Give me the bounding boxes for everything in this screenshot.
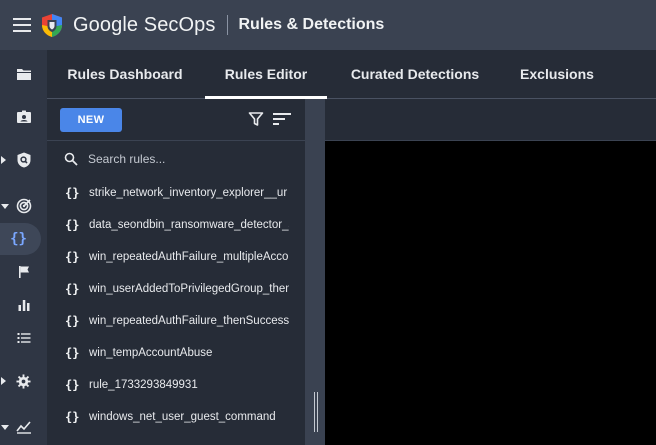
sort-icon[interactable] xyxy=(273,112,291,126)
collapse-caret-icon xyxy=(1,424,9,430)
rule-code-editor[interactable] xyxy=(325,141,656,445)
rule-item[interactable]: {} win_tempAccountAbuse xyxy=(47,337,305,369)
main-menu-button[interactable] xyxy=(0,0,44,50)
rule-name: win_tempAccountAbuse xyxy=(89,347,213,359)
tab-bar: Rules Dashboard Rules Editor Curated Det… xyxy=(47,50,656,99)
tab-rules-editor[interactable]: Rules Editor xyxy=(205,50,327,99)
code-braces-icon: {} xyxy=(65,250,80,264)
editor-toolbar xyxy=(325,99,656,141)
search-icon xyxy=(64,152,78,166)
rule-name: windows_net_user_guest_command xyxy=(89,411,276,423)
list-icon xyxy=(17,333,30,343)
rule-name: win_repeatedAuthFailure_thenSuccess xyxy=(89,315,289,327)
new-rule-button[interactable]: NEW xyxy=(60,108,122,132)
tab-exclusions[interactable]: Exclusions xyxy=(513,50,601,98)
rule-item[interactable]: {} data_seondbin_ransomware_detector_s xyxy=(47,209,305,241)
resize-grip-line xyxy=(314,392,315,432)
flag-icon xyxy=(18,266,29,278)
tab-curated-detections[interactable]: Curated Detections xyxy=(345,50,485,98)
rail-item-reports[interactable] xyxy=(0,411,47,443)
hamburger-icon xyxy=(13,16,31,34)
rule-item[interactable]: {} win_userAddedToPrivilegedGroup_then xyxy=(47,273,305,305)
rail-item-detections-group[interactable] xyxy=(0,190,47,222)
rule-name: data_seondbin_ransomware_detector_s xyxy=(89,219,289,231)
rule-name: win_userAddedToPrivilegedGroup_then xyxy=(89,283,289,295)
shield-search-icon xyxy=(17,152,30,168)
rule-name: win_repeatedAuthFailure_multipleAccou xyxy=(89,251,289,263)
code-braces-icon: {} xyxy=(65,314,80,328)
title-separator xyxy=(226,15,228,35)
rule-name: strike_network_inventory_explorer__ur xyxy=(89,187,288,199)
rail-item-dashboards[interactable] xyxy=(0,289,47,321)
rule-name: rule_1733293849931 xyxy=(89,379,198,391)
bar-chart-icon xyxy=(18,300,29,311)
trending-chart-icon xyxy=(15,421,31,434)
rule-item[interactable]: {} win_repeatedAuthFailure_thenSuccess xyxy=(47,305,305,337)
code-braces-icon: {} xyxy=(65,218,80,232)
panel-resize-handle[interactable] xyxy=(305,99,325,445)
left-nav-rail: {} xyxy=(0,50,47,445)
expand-caret-icon xyxy=(1,156,6,164)
rail-item-detection[interactable] xyxy=(0,144,47,176)
rule-item[interactable]: {} windows_net_user_guest_command xyxy=(47,401,305,433)
rail-item-lists[interactable] xyxy=(0,322,47,354)
tab-rules-dashboard[interactable]: Rules Dashboard xyxy=(65,50,185,98)
rail-item-alerts[interactable] xyxy=(0,256,47,288)
rail-item-rules-editor[interactable]: {} xyxy=(0,223,41,255)
page-title: Rules & Detections xyxy=(238,16,385,33)
secops-logo-icon xyxy=(41,12,65,38)
rail-item-cases[interactable] xyxy=(0,58,47,90)
rail-item-settings[interactable] xyxy=(0,365,47,397)
rules-panel-header: NEW xyxy=(47,99,305,141)
contact-card-icon xyxy=(16,110,31,123)
search-rules-input[interactable] xyxy=(86,151,290,167)
rule-item[interactable]: {} strike_network_inventory_explorer__ur xyxy=(47,177,305,209)
brand-name: Google SecOps xyxy=(73,13,216,36)
resize-grip-line xyxy=(317,392,318,432)
code-braces-icon: {} xyxy=(65,410,80,424)
rule-item[interactable]: {} win_repeatedAuthFailure_multipleAccou xyxy=(47,241,305,273)
code-braces-icon: {} xyxy=(65,346,80,360)
rail-item-investigation[interactable] xyxy=(0,101,47,133)
rule-list: {} strike_network_inventory_explorer__ur … xyxy=(47,177,305,433)
code-braces-icon: {} xyxy=(65,282,80,296)
rule-item[interactable]: {} rule_1733293849931 xyxy=(47,369,305,401)
settings-gear-icon xyxy=(16,373,31,389)
filter-icon[interactable] xyxy=(248,111,264,127)
expand-caret-icon xyxy=(1,377,6,385)
rules-search-row xyxy=(47,141,305,177)
folder-icon xyxy=(16,69,31,80)
code-braces-icon: {} xyxy=(10,231,27,247)
rules-list-panel: NEW {} strike_network_inventory_explorer_… xyxy=(47,99,305,445)
code-braces-icon: {} xyxy=(65,186,80,200)
radar-icon xyxy=(16,198,31,214)
top-app-bar: Google SecOps Rules & Detections xyxy=(0,0,656,50)
code-braces-icon: {} xyxy=(65,378,80,392)
collapse-caret-icon xyxy=(1,203,9,209)
